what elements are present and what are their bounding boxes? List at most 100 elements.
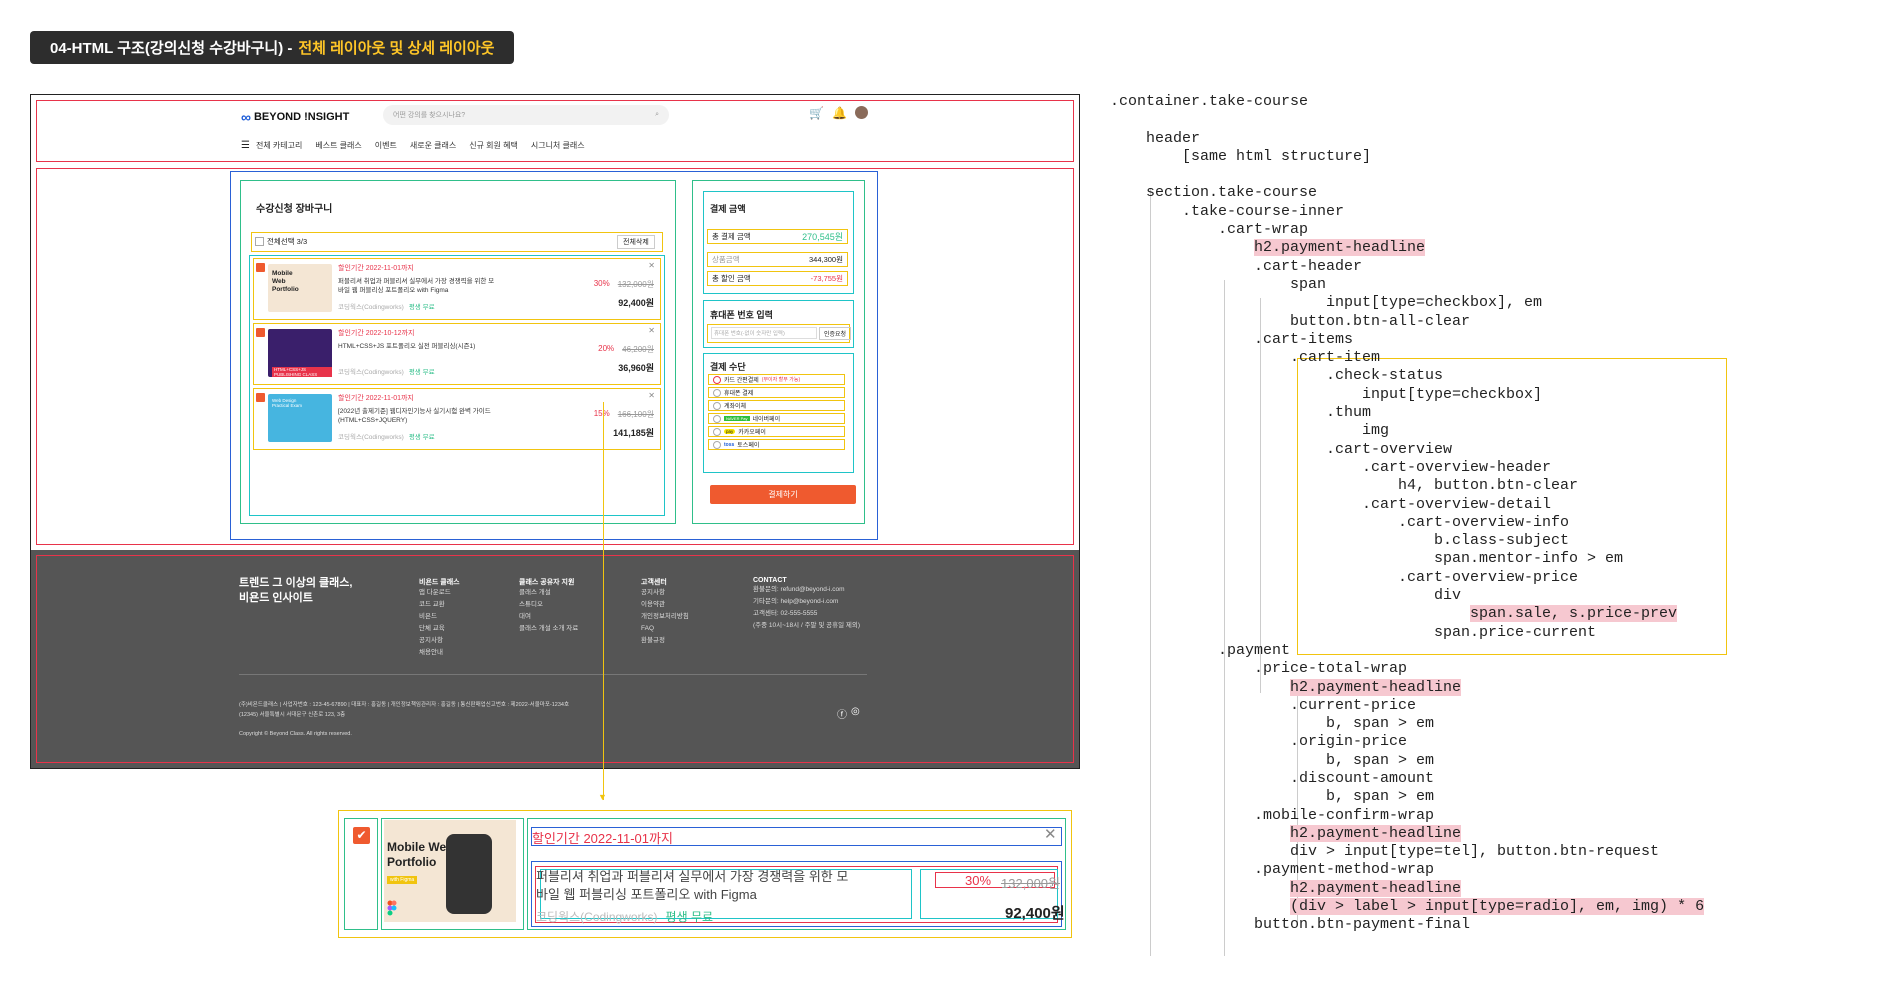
method-option[interactable]: pay 카카오페이 [708,426,845,437]
radio-icon[interactable] [713,440,721,449]
code-text: div > input[type=tel], button.btn-reques… [1290,843,1660,861]
close-icon[interactable]: ✕ [648,326,655,335]
close-icon[interactable]: ✕ [648,261,655,270]
footer-link[interactable]: 스튜디오 [519,599,578,611]
footer-col-head: 고객센터 [641,579,667,586]
nav-item[interactable]: 새로운 클래스 [410,140,456,151]
site-logo[interactable]: ∞ BEYOND !NSIGHT [241,109,349,125]
code-text: .cart-overview [1326,440,1453,458]
figma-icon [387,900,397,916]
radio-icon[interactable] [713,388,721,397]
mobile-headline: 휴대폰 번호 입력 [710,310,773,320]
footer-link[interactable]: 개인정보처리방침 [641,611,689,623]
avatar[interactable] [854,106,868,119]
nav-item[interactable]: 신규 회원 혜택 [469,140,518,151]
code-line: .cart-overview-price [1110,569,1870,587]
code-text: .cart-overview-price [1398,568,1579,586]
code-line: input[type=checkbox] [1110,386,1870,404]
code-text: span.mentor-info > em [1434,550,1624,568]
phone-input[interactable]: 휴대폰 번호(-없이 숫자만 입력) [711,327,817,339]
zoom-thumb-title-line: Mobile Web [387,840,454,854]
zoom-checkbox[interactable]: ✔ [353,827,370,844]
method-option[interactable]: NAVER Pay 네이버페이 [708,413,845,424]
footer-link[interactable]: 환불규정 [641,635,689,647]
item-mentor-info: 코딩웍스(Codingworks) 평생 무료 [338,366,435,376]
discount-value: -73,755원 [810,274,843,283]
item-checkbox[interactable] [256,393,265,402]
menu-icon[interactable]: ☰ [241,140,250,151]
method-option[interactable]: 휴대폰 결제 [708,387,845,398]
footer-link[interactable]: 앱 다운로드 [419,587,460,599]
zoom-mentor: 코딩웍스(Codingworks) [536,910,658,924]
radio-icon[interactable] [713,375,721,384]
cart-icon[interactable]: 🛒 [809,106,824,120]
site-logo-text: BEYOND !NSIGHT [253,111,350,123]
footer-link[interactable]: 대여 [519,611,578,623]
payment-headline: 결제 금액 [710,204,746,214]
code-line: span.price-current [1110,624,1870,642]
radio-icon[interactable] [713,414,721,423]
nav-item[interactable]: 시그니처 클래스 [531,140,585,151]
footer-col: 비욘드 클래스 앱 다운로드 코드 교환 비욘드 단체 교육 공지사항 채용안내 [419,577,460,659]
radio-icon[interactable] [713,401,721,410]
cart-headline: 수강신청 장바구니 [256,204,333,215]
radio-icon[interactable] [713,427,721,436]
footer-link[interactable]: 비욘드 [419,611,460,623]
close-icon[interactable]: ✕ [1044,825,1057,843]
footer-link[interactable]: FAQ [641,623,689,635]
zoom-thumb-title-line: Portfolio [387,855,437,869]
site-search-input[interactable]: 어떤 강의를 찾으시나요? ⌕ [383,105,669,125]
footer-link[interactable]: 클래스 개설 [519,587,578,599]
close-icon[interactable]: ✕ [648,391,655,400]
instagram-icon[interactable]: ◎ [851,706,860,721]
item-checkbox[interactable] [256,263,265,272]
method-option[interactable]: 카드 간편결제 (무이자 할부 가능) [708,374,845,385]
item-thumbnail: Web Design Practical Exam [268,394,332,442]
zoom-price-prev: 132,000원 [1001,876,1060,891]
method-label: 카드 간편결제 [724,378,759,384]
code-line: .cart-wrap [1110,221,1870,239]
footer-link[interactable]: 단체 교육 [419,623,460,635]
thumb-title: Mobile Web Portfolio [272,270,299,293]
footer-link[interactable]: 채용안내 [419,647,460,659]
item-checkbox[interactable] [256,328,265,337]
bell-icon[interactable]: 🔔 [832,106,847,120]
code-line: .discount-amount [1110,770,1870,788]
footer-link[interactable]: 코드 교환 [419,599,460,611]
facebook-icon[interactable]: ⓕ [837,706,847,721]
zoom-thumb-title: Mobile Web Portfolio [387,840,453,870]
payment-final-button[interactable]: 결제하기 [710,485,856,504]
nav-item[interactable]: 전체 카테고리 [256,140,302,151]
footer: 트렌드 그 이상의 클래스, 비욘드 인사이트 비욘드 클래스 앱 다운로드 코… [31,550,1079,768]
request-button[interactable]: 인증요청 [819,327,852,340]
item-thumbnail: Mobile Web Portfolio [268,264,332,312]
method-label: 휴대폰 결제 [724,391,754,397]
mentor-name: 코딩웍스(Codingworks) [338,434,404,441]
code-line: h2.payment-headline [1110,239,1870,257]
clear-all-button[interactable]: 전체삭제 [617,235,655,249]
zoom-subject-line: 바일 웹 퍼블리싱 포트폴리오 with Figma [536,887,757,902]
nav-item[interactable]: 이벤트 [375,140,397,151]
code-line: input[type=checkbox], em [1110,294,1870,312]
method-option[interactable]: toss 토스페이 [708,439,845,450]
code-text: h2.payment-headline [1290,879,1462,897]
footer-link[interactable]: 공지사항 [419,635,460,647]
code-text: span.sale, s.price-prev [1470,605,1678,623]
footer-link: 고객센터: 02-555-5555 [753,610,818,617]
nav-item[interactable]: 베스트 클래스 [315,140,361,151]
method-option[interactable]: 계좌이체 [708,400,845,411]
code-line: h2.payment-headline [1110,879,1870,898]
company-address: (12345) 서울특별시 서대문구 신촌로 123, 3층 [239,712,346,718]
code-text: .cart-header [1254,257,1363,275]
code-line: .container.take-course [1110,93,1870,111]
phone-mockup-image [446,834,492,914]
item-period: 할인기간 2022-11-01까지 [338,395,414,402]
mentor-name: 코딩웍스(Codingworks) [338,369,404,376]
footer-link[interactable]: 공지사항 [641,587,689,599]
code-line: .cart-item [1110,349,1870,367]
select-all[interactable]: 전체선택 3/3 [255,236,307,247]
footer-link[interactable]: 이용약관 [641,599,689,611]
checkbox-icon[interactable] [255,237,264,246]
zoom-sale: 30% [965,873,992,888]
footer-link[interactable]: 클래스 개설 소개 자료 [519,623,578,635]
